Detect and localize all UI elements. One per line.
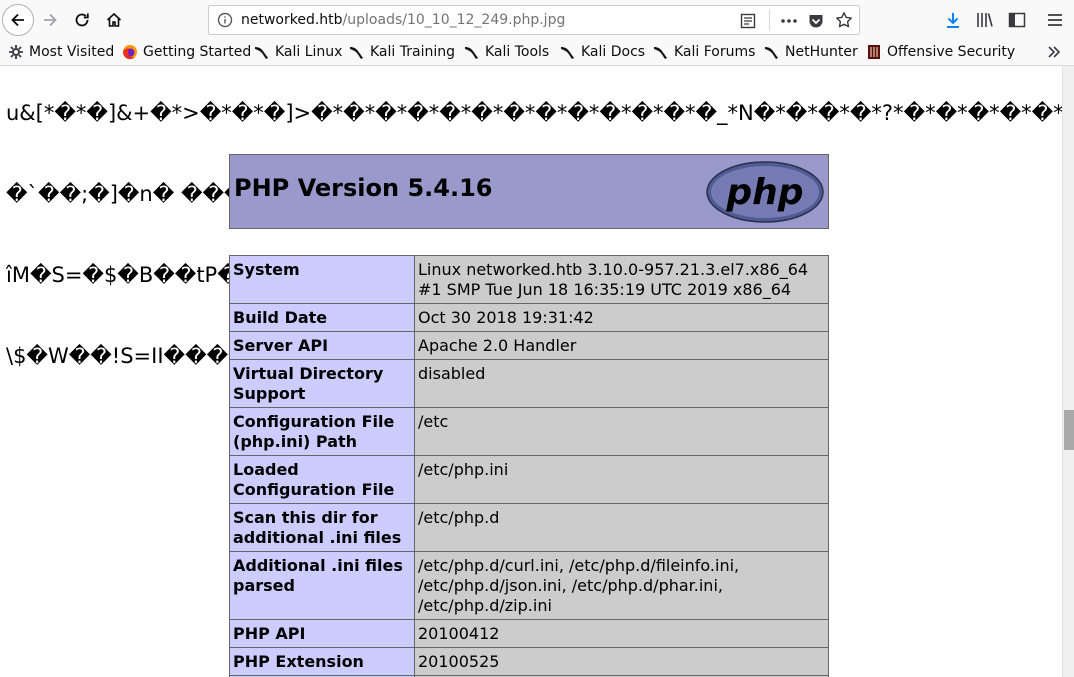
reader-view-icon[interactable]: [739, 12, 757, 30]
bookmark-nethunter[interactable]: NetHunter: [764, 43, 858, 61]
row-key: Loaded Configuration File: [229, 455, 415, 504]
kali-dragon-icon: [465, 47, 478, 59]
nav-bar: networked.htb/uploads/10_10_12_249.php.j…: [0, 0, 1074, 40]
download-icon[interactable]: [943, 10, 963, 30]
kali-dragon-icon: [255, 47, 268, 59]
row-value: Oct 30 2018 19:31:42: [414, 303, 829, 332]
bookmarks-toolbar: Most Visited Getting Started Kali Linux …: [0, 40, 1074, 64]
bookmark-label: Kali Tools: [485, 44, 550, 60]
table-row: Scan this dir for additional .ini files /…: [229, 503, 829, 552]
row-value: /etc/php.ini: [414, 455, 829, 504]
chevron-double-right-icon[interactable]: [1045, 43, 1063, 61]
kali-dragon-icon: [765, 47, 778, 59]
garbage-line: u&[*�*�]&+�*>�*�*�]>�*�*�*�*�*�*�*�*�*�*…: [6, 101, 1062, 125]
url-text[interactable]: networked.htb/uploads/10_10_12_249.php.j…: [241, 12, 565, 28]
phpinfo-panel: PHP Version 5.4.16 php System Linux netwo…: [229, 154, 829, 677]
row-key: Server API: [229, 331, 415, 360]
bookmark-label: Kali Linux: [275, 44, 343, 60]
reload-button[interactable]: [66, 4, 98, 36]
row-key: System: [229, 255, 415, 304]
bookmark-offensive-security[interactable]: Offensive Security: [866, 43, 1015, 61]
row-key: Configuration File (php.ini) Path: [229, 407, 415, 456]
bookmark-label: Kali Forums: [674, 44, 756, 60]
bookmark-label: Getting Started: [143, 44, 252, 60]
php-logo: php: [706, 161, 824, 223]
row-key: PHP Extension: [229, 647, 415, 676]
bookmark-most-visited[interactable]: Most Visited: [8, 43, 114, 61]
sidebar-icon[interactable]: [1007, 10, 1027, 30]
kali-dragon-icon: [561, 47, 574, 59]
library-icon[interactable]: [975, 10, 995, 30]
kali-dragon-icon: [350, 47, 363, 59]
vertical-scrollbar[interactable]: [1062, 66, 1074, 677]
row-key: Additional .ini files parsed: [229, 551, 415, 620]
row-value: disabled: [414, 359, 829, 408]
row-value: /etc/php.d: [414, 503, 829, 552]
url-separator: [769, 10, 770, 30]
row-value: 20100525: [414, 647, 829, 676]
back-arrow-icon: [11, 13, 24, 27]
gear-icon: [9, 45, 23, 59]
table-row: Server API Apache 2.0 Handler: [229, 331, 829, 360]
bookmark-kali-linux[interactable]: Kali Linux: [254, 43, 342, 61]
bookmark-label: Kali Docs: [581, 44, 646, 60]
home-icon: [106, 12, 122, 27]
bookmark-label: Most Visited: [29, 44, 115, 60]
php-version-header: PHP Version 5.4.16 php: [229, 154, 829, 229]
row-value: /etc: [414, 407, 829, 456]
bookmark-label: NetHunter: [785, 44, 858, 60]
table-row: Virtual Directory Support disabled: [229, 359, 829, 408]
home-button[interactable]: [98, 4, 130, 36]
row-value: Apache 2.0 Handler: [414, 331, 829, 360]
scrollbar-thumb[interactable]: [1064, 410, 1074, 450]
info-icon[interactable]: [217, 12, 233, 28]
bookmark-kali-training[interactable]: Kali Training: [349, 43, 455, 61]
bookmark-kali-forums[interactable]: Kali Forums: [653, 43, 755, 61]
table-row: PHP Extension 20100525: [229, 647, 829, 676]
bookmark-star-icon[interactable]: [835, 11, 853, 29]
browser-toolbar: networked.htb/uploads/10_10_12_249.php.j…: [0, 0, 1074, 66]
row-value: Linux networked.htb 3.10.0-957.21.3.el7.…: [414, 255, 829, 304]
bookmark-label: Kali Training: [370, 44, 455, 60]
bookmark-kali-docs[interactable]: Kali Docs: [560, 43, 645, 61]
reload-icon: [75, 13, 89, 27]
bookmark-getting-started[interactable]: Getting Started: [122, 43, 251, 61]
row-key: Scan this dir for additional .ini files: [229, 503, 415, 552]
offsec-icon: [868, 45, 880, 59]
phpinfo-table: System Linux networked.htb 3.10.0-957.21.…: [229, 255, 829, 677]
url-bar[interactable]: networked.htb/uploads/10_10_12_249.php.j…: [208, 5, 860, 35]
table-row: Loaded Configuration File/etc/php.ini: [229, 455, 829, 504]
forward-arrow-icon: [44, 13, 57, 27]
page-viewport: u&[*�*�]&+�*>�*�*�]>�*�*�*�*�*�*�*�*�*�*…: [0, 66, 1062, 677]
firefox-icon: [122, 45, 137, 60]
table-row: PHP API 20100412: [229, 619, 829, 648]
table-row: System Linux networked.htb 3.10.0-957.21.…: [229, 255, 829, 304]
kali-dragon-icon: [654, 47, 667, 59]
row-value: /etc/php.d/curl.ini, /etc/php.d/fileinfo…: [414, 551, 829, 620]
page-actions-more-icon[interactable]: [779, 12, 799, 30]
url-host: networked.htb: [241, 12, 343, 28]
row-key: Virtual Directory Support: [229, 359, 415, 408]
php-version-title: PHP Version 5.4.16: [234, 174, 493, 202]
table-row: Additional .ini files parsed/etc/php.d/c…: [229, 551, 829, 620]
bookmark-label: Offensive Security: [887, 44, 1016, 60]
php-logo-text: php: [725, 172, 803, 213]
row-key: Build Date: [229, 303, 415, 332]
pocket-icon[interactable]: [807, 12, 825, 30]
back-button[interactable]: [2, 4, 34, 36]
row-value: 20100412: [414, 619, 829, 648]
bookmark-kali-tools[interactable]: Kali Tools: [464, 43, 549, 61]
url-path: /uploads/10_10_12_249.php.jpg: [342, 12, 566, 28]
table-row: Build Date Oct 30 2018 19:31:42: [229, 303, 829, 332]
table-row: Configuration File (php.ini) Path/etc: [229, 407, 829, 456]
forward-button[interactable]: [34, 4, 66, 36]
hamburger-menu-icon[interactable]: [1045, 10, 1065, 30]
row-key: PHP API: [229, 619, 415, 648]
